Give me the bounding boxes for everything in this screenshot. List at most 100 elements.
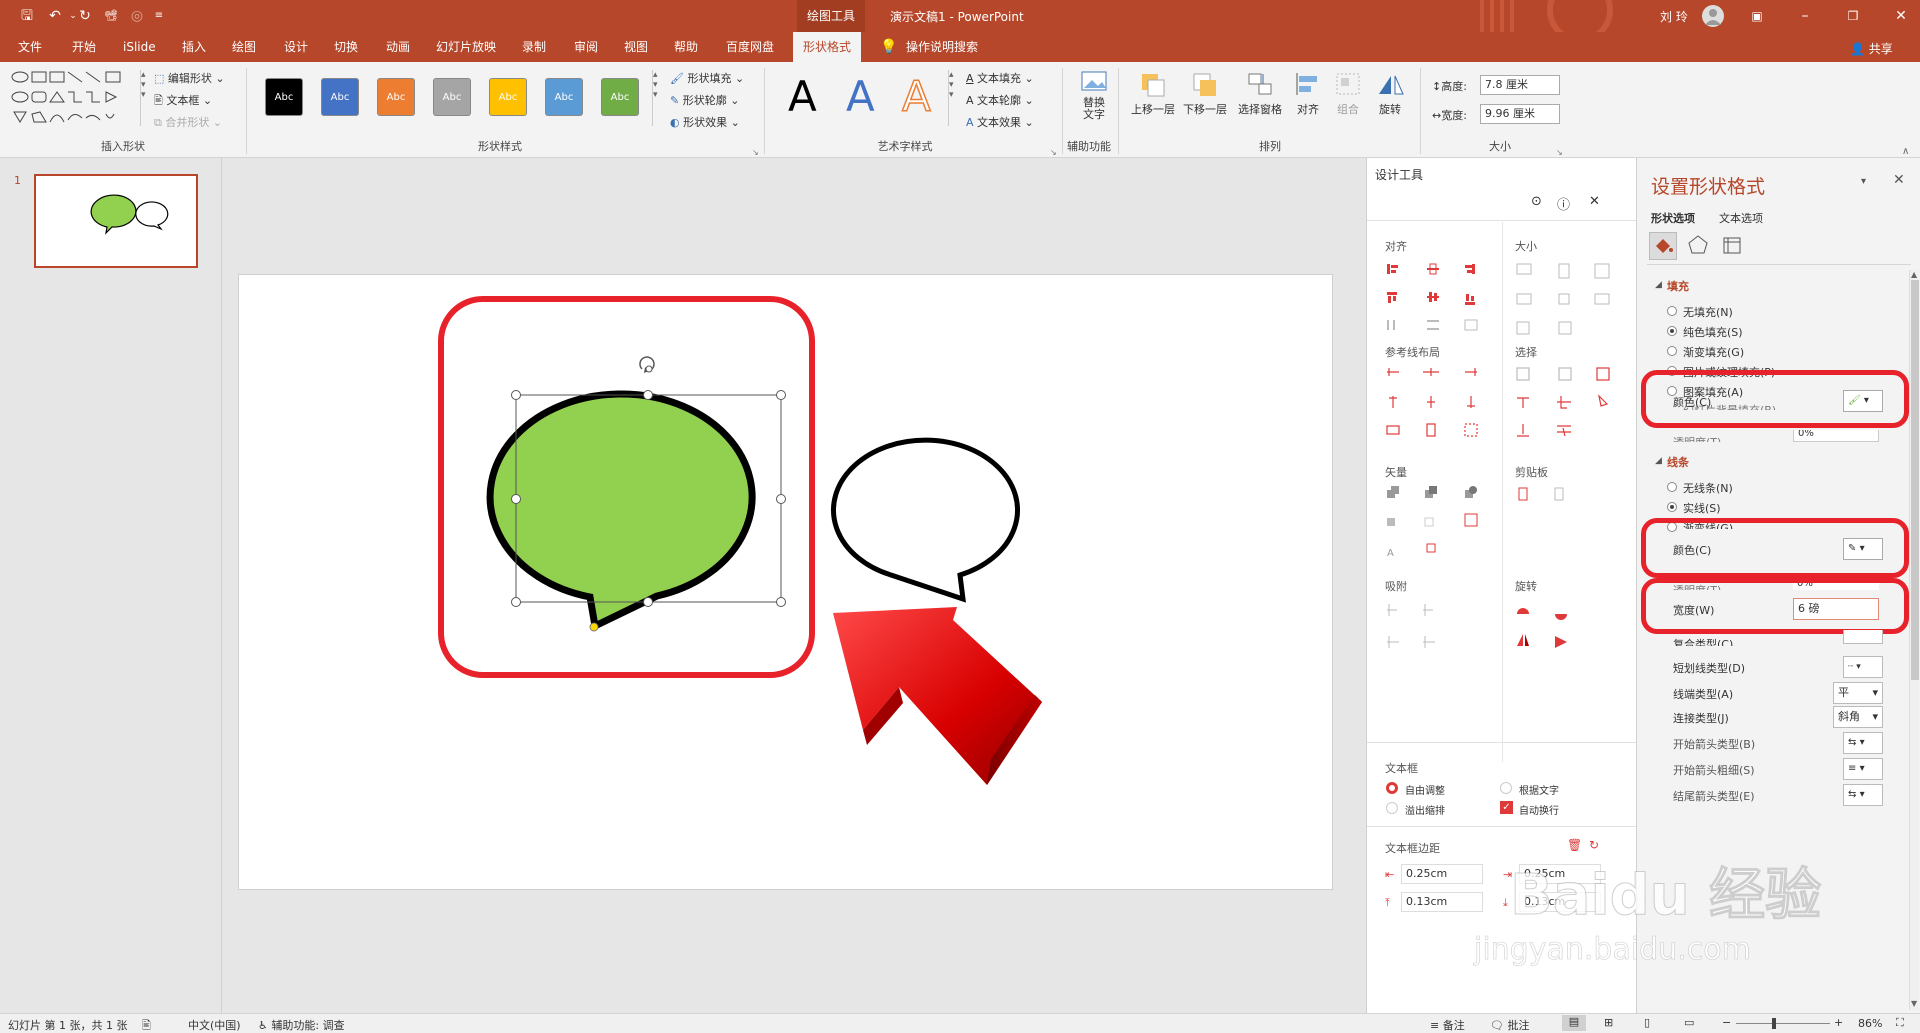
text-box-button[interactable]: 🖹 文本框 ⌄ — [154, 92, 212, 111]
style-swatch-4[interactable]: Abc — [433, 78, 471, 116]
shape-effects-button[interactable]: ◐ 形状效果 ⌄ — [670, 114, 740, 130]
tab-help[interactable]: 帮助 — [670, 32, 702, 62]
rotate-icons[interactable] — [1515, 602, 1575, 655]
wordart-style-black[interactable]: A — [788, 72, 817, 121]
auto-adjust-radio[interactable] — [1386, 782, 1398, 794]
cap-type-dropdown[interactable]: 平 ▾ — [1833, 682, 1883, 704]
style-swatch-3[interactable]: Abc — [377, 78, 415, 116]
selection-pane-button[interactable]: 选择窗格 — [1232, 70, 1288, 117]
close-pane-icon[interactable]: ✕ — [1589, 194, 1600, 209]
no-line-radio[interactable] — [1667, 482, 1677, 492]
normal-view-icon[interactable]: ▤ — [1562, 1015, 1586, 1031]
slide[interactable] — [238, 274, 1333, 890]
dash-type-dropdown[interactable]: ┈ ▾ — [1843, 656, 1883, 678]
style-swatch-6[interactable]: Abc — [545, 78, 583, 116]
send-backward-button[interactable]: 下移一层 — [1180, 70, 1230, 117]
minimize-icon[interactable]: – — [1794, 6, 1816, 26]
fill-header[interactable]: 填充 — [1667, 278, 1689, 294]
left-margin-input[interactable]: 0.25cm — [1401, 864, 1483, 884]
rotation-handle[interactable] — [639, 356, 655, 373]
scrollbar[interactable]: ▲ ▼ — [1909, 270, 1919, 1010]
slide-thumbnail[interactable] — [34, 174, 198, 268]
zoom-in-icon[interactable]: + — [1834, 1016, 1843, 1029]
effects-tab[interactable] — [1685, 232, 1713, 260]
height-input[interactable]: 7.8 厘米 — [1480, 75, 1560, 95]
scroll-up-icon[interactable]: ▲ — [1911, 270, 1917, 279]
group-button[interactable]: 组合 — [1330, 70, 1366, 117]
green-speech-bubble[interactable] — [486, 390, 756, 632]
tab-insert[interactable]: 插入 — [178, 32, 210, 62]
fill-color-picker[interactable]: 🖌 ▾ — [1843, 390, 1883, 412]
share-button[interactable]: 👤 共享 — [1850, 40, 1893, 57]
language-status[interactable]: 中文(中国) — [188, 1017, 241, 1033]
white-speech-bubble[interactable] — [831, 437, 1020, 603]
top-margin-input[interactable]: 0.13cm — [1401, 892, 1483, 912]
tab-shape-format[interactable]: 形状格式 — [793, 32, 862, 62]
width-input[interactable]: 9.96 厘米 — [1480, 104, 1560, 124]
style-swatch-1[interactable]: Abc — [265, 78, 303, 116]
adjust-handle[interactable] — [589, 622, 599, 632]
size-properties-tab[interactable] — [1719, 232, 1747, 260]
tab-file[interactable]: 文件 — [14, 32, 46, 62]
tab-transitions[interactable]: 切换 — [330, 32, 362, 62]
align-icons[interactable] — [1385, 262, 1485, 341]
line-color-picker[interactable]: ✎ ▾ — [1843, 538, 1883, 560]
user-name[interactable]: 刘 玲 — [1660, 8, 1688, 25]
line-header[interactable]: 线条 — [1667, 454, 1689, 470]
ribbon-display-options-icon[interactable]: ▣ — [1746, 6, 1768, 26]
vector-icons[interactable]: A — [1385, 486, 1485, 559]
text-options-tab[interactable]: 文本选项 — [1719, 210, 1763, 226]
join-type-dropdown[interactable]: 斜角 ▾ — [1833, 706, 1883, 728]
wordart-style-orange-outline[interactable]: A — [901, 71, 931, 122]
customize-qat-icon[interactable]: ≡ — [148, 6, 170, 26]
edit-shape-button[interactable]: ⬚ 编辑形状 ⌄ — [154, 70, 225, 86]
style-swatch-5[interactable]: Abc — [489, 78, 527, 116]
shape-fill-button[interactable]: 🖌 形状填充 ⌄ — [670, 70, 744, 86]
close-icon[interactable]: ✕ — [1890, 6, 1912, 26]
line-width-input[interactable]: 6 磅 — [1793, 598, 1879, 620]
begin-arrow-size-dropdown[interactable]: ≡ ▾ — [1843, 758, 1883, 780]
solid-fill-radio[interactable] — [1667, 326, 1677, 336]
tell-me-search[interactable]: 操作说明搜索 — [902, 32, 982, 62]
tab-animations[interactable]: 动画 — [382, 32, 414, 62]
slideshow-icon[interactable]: ▭ — [1684, 1016, 1694, 1029]
pane-options-icon[interactable]: ▾ — [1861, 176, 1866, 187]
comments-button[interactable]: 🗨 批注 — [1490, 1017, 1529, 1033]
clipboard-icons[interactable] — [1515, 486, 1575, 509]
tab-draw[interactable]: 绘图 — [228, 32, 260, 62]
tab-islide[interactable]: iSlide — [119, 32, 160, 62]
help-icon[interactable]: ⓘ — [1557, 194, 1570, 213]
wordart-gallery-more[interactable]: ▴ ▾ ▾ — [948, 70, 958, 126]
dialog-launcher-icon[interactable]: ↘ — [1556, 148, 1563, 157]
rotate-button[interactable]: 旋转 — [1372, 70, 1408, 117]
line-collapse-icon[interactable]: ◢ — [1655, 456, 1662, 466]
shape-outline-button[interactable]: ✎ 形状轮廓 ⌄ — [670, 92, 739, 108]
shape-options-tab[interactable]: 形状选项 — [1651, 210, 1695, 226]
slide-sorter-icon[interactable]: ⊞ — [1604, 1016, 1613, 1029]
notes-button[interactable]: ≡ 备注 — [1430, 1017, 1465, 1033]
overflow-radio[interactable] — [1386, 802, 1398, 814]
size-icons[interactable] — [1515, 262, 1615, 341]
scroll-down-icon[interactable]: ▼ — [1911, 999, 1917, 1008]
shapes-gallery-more[interactable]: ▴ ▾ ▾ — [140, 70, 150, 126]
text-outline-button[interactable]: A 文本轮廓 ⌄ — [966, 92, 1034, 108]
tab-view[interactable]: 视图 — [620, 32, 652, 62]
align-button[interactable]: 对齐 — [1290, 70, 1326, 117]
end-arrow-type-dropdown[interactable]: ⇆ ▾ — [1843, 784, 1883, 806]
no-fill-radio[interactable] — [1667, 306, 1677, 316]
begin-arrow-type-dropdown[interactable]: ⇆ ▾ — [1843, 732, 1883, 754]
select-icons[interactable] — [1515, 366, 1615, 449]
zoom-slider-thumb[interactable] — [1772, 1018, 1776, 1029]
save-icon[interactable]: 🖫 — [16, 6, 38, 26]
spellcheck-icon[interactable]: 🖹 — [142, 1017, 151, 1033]
start-from-beginning-icon[interactable]: 📽 — [100, 6, 122, 26]
wrap-checkbox[interactable]: ✓ — [1500, 801, 1513, 814]
fit-to-window-icon[interactable]: ⛶ — [1896, 1016, 1904, 1030]
zoom-level[interactable]: 86% — [1858, 1017, 1882, 1030]
tab-review[interactable]: 审阅 — [570, 32, 602, 62]
text-effects-button[interactable]: A 文本效果 ⌄ — [966, 114, 1034, 130]
gradient-fill-radio[interactable] — [1667, 346, 1677, 356]
alt-text-button[interactable]: 替换文字 — [1074, 70, 1114, 121]
zoom-slider[interactable] — [1736, 1023, 1830, 1024]
snap-icons[interactable] — [1385, 602, 1445, 655]
